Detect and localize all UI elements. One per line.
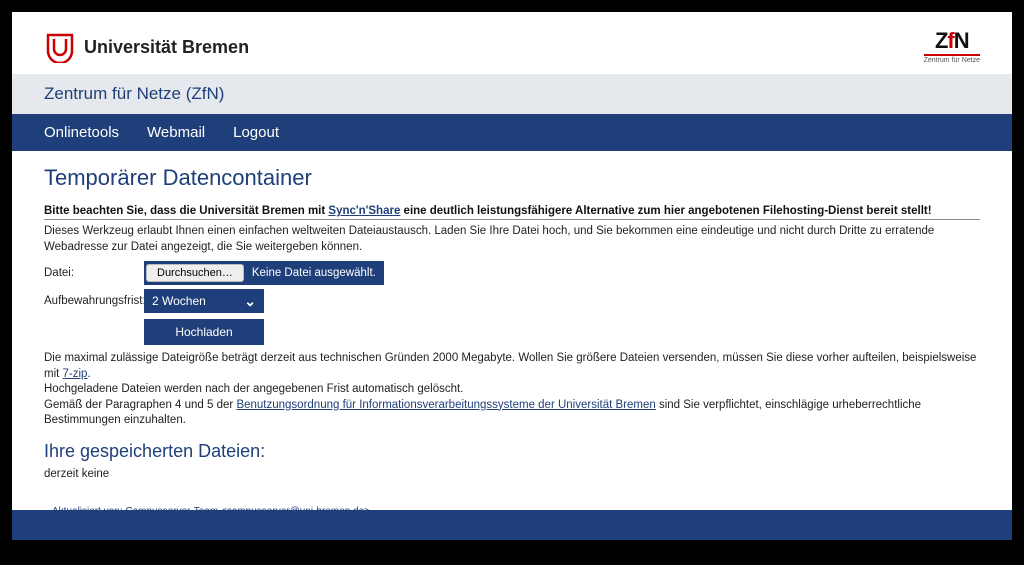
retention-row: Aufbewahrungsfrist: 2 Wochen ⌄ [44,289,980,313]
usage-policy-link[interactable]: Benutzungsordnung für Informationsverarb… [236,399,655,411]
retention-label: Aufbewahrungsfrist: [44,295,144,307]
file-label: Datei: [44,267,144,279]
zfn-logo[interactable]: ZfN Zentrum für Netze [924,30,980,64]
zfn-subtitle: Zentrum für Netze [924,54,980,64]
file-row: Datei: Durchsuchen… Keine Datei ausgewäh… [44,261,980,285]
browse-button[interactable]: Durchsuchen… [146,264,244,282]
header: Universität Bremen ZfN Zentrum für Netze [12,12,1012,74]
uni-name: Universität Bremen [84,37,249,58]
description-text: Dieses Werkzeug erlaubt Ihnen einen einf… [44,224,980,255]
notice-banner: Bitte beachten Sie, dass die Universität… [44,205,980,220]
stored-files-empty: derzeit keine [44,468,980,480]
upload-button[interactable]: Hochladen [144,319,264,345]
nav-webmail[interactable]: Webmail [147,124,205,141]
main-nav: Onlinetools Webmail Logout [12,114,1012,151]
nav-onlinetools[interactable]: Onlinetools [44,124,119,141]
file-status-text: Keine Datei ausgewählt. [252,267,376,279]
syncnshare-link[interactable]: Sync'n'Share [328,205,400,217]
uni-bremen-logo[interactable]: Universität Bremen [44,31,249,63]
footer-bar [12,510,1012,540]
nav-logout[interactable]: Logout [233,124,279,141]
subheader-title: Zentrum für Netze (ZfN) [12,74,1012,114]
file-input[interactable]: Durchsuchen… Keine Datei ausgewählt. [144,261,384,285]
sevenzip-link[interactable]: 7-zip [63,368,88,380]
info-block: Die maximal zulässige Dateigröße beträgt… [44,351,980,429]
uni-shield-icon [44,31,76,63]
retention-select[interactable]: 2 Wochen ⌄ [144,289,264,313]
retention-value: 2 Wochen [152,294,206,308]
page-title: Temporärer Datencontainer [44,165,980,191]
stored-files-title: Ihre gespeicherten Dateien: [44,441,980,462]
chevron-down-icon: ⌄ [244,293,256,310]
